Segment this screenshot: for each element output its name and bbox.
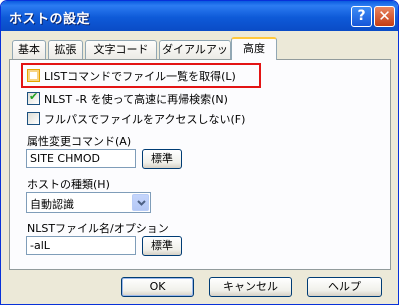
attr-command-input[interactable]: SITE CHMOD [26, 149, 136, 168]
nlst-r-label[interactable]: NLST -R を使って高速に再帰検索(N) [44, 91, 228, 107]
list-command-label[interactable]: LISTコマンドでファイル一覧を取得(L) [44, 68, 236, 84]
host-type-select[interactable]: 自動認識 [26, 192, 151, 213]
host-type-value: 自動認識 [30, 198, 74, 211]
nlst-name-label: NLSTファイル名/オプション [27, 222, 169, 235]
nlst-name-input[interactable]: -alL [26, 236, 136, 255]
attr-default-button[interactable]: 標準 [142, 149, 182, 169]
ok-button[interactable]: OK [121, 277, 194, 297]
tab-dialup[interactable]: ダイアルアップ [159, 40, 231, 73]
cancel-button[interactable]: キャンセル [209, 277, 292, 297]
title-bar[interactable]: ホストの設定 ? ✕ [1, 1, 398, 31]
host-type-label: ホストの種類(H) [27, 178, 110, 191]
no-full-path-label[interactable]: フルパスでファイルをアクセスしない(F) [44, 111, 245, 127]
host-settings-dialog: ホストの設定 ? ✕ 基本 拡張 文字コード ダイアルアップ 高度 LISTコマ… [0, 0, 399, 305]
close-button[interactable]: ✕ [374, 6, 395, 27]
window-title: ホストの設定 [9, 12, 91, 27]
tab-charset[interactable]: 文字コード [85, 40, 157, 59]
help-title-button[interactable]: ? [351, 6, 372, 27]
advanced-tab-panel: LISTコマンドでファイル一覧を取得(L) ✔ NLST -R を使って高速に再… [9, 59, 391, 270]
tab-extended[interactable]: 拡張 [48, 40, 83, 59]
nlst-default-button[interactable]: 標準 [142, 236, 182, 256]
chevron-down-icon[interactable] [132, 194, 149, 211]
checkmark-icon: ✔ [29, 90, 39, 103]
tab-basic[interactable]: 基本 [12, 40, 46, 59]
help-button[interactable]: ヘルプ [307, 277, 382, 297]
list-command-checkbox[interactable] [27, 69, 40, 82]
no-full-path-checkbox[interactable] [27, 112, 40, 125]
nlst-r-checkbox[interactable]: ✔ [27, 90, 40, 105]
attr-command-label: 属性変更コマンド(A) [27, 135, 132, 148]
tab-advanced[interactable]: 高度 [231, 37, 277, 60]
